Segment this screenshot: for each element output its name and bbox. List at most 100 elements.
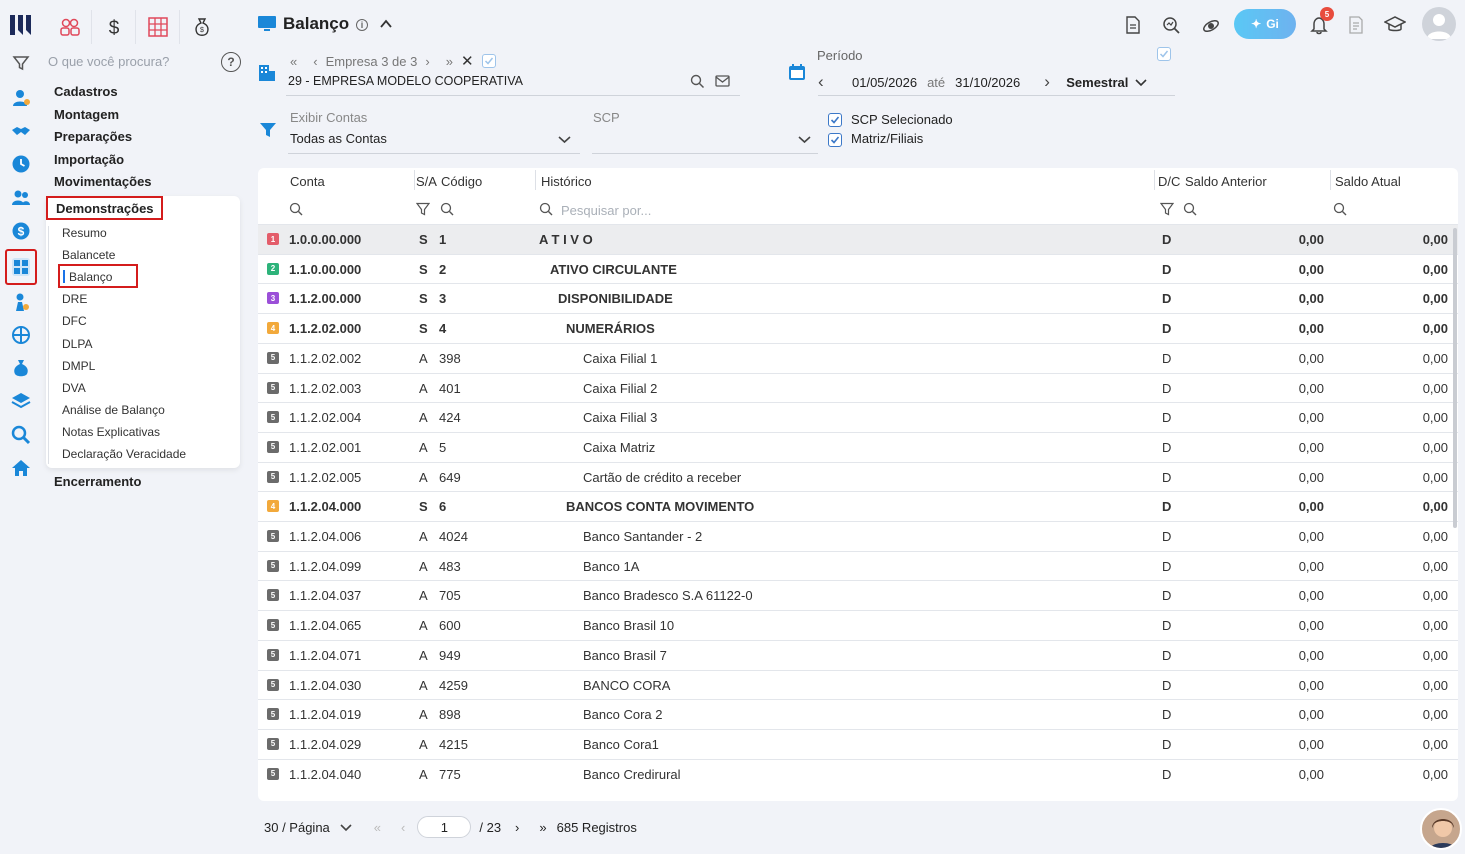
- help-icon[interactable]: ?: [221, 52, 241, 72]
- search-analysis-icon[interactable]: [1160, 10, 1182, 40]
- info-icon[interactable]: i: [356, 19, 368, 31]
- table-row[interactable]: 5 1.1.2.04.029 A 4215 Banco Cora1 D 0,00 0,00: [258, 728, 1458, 759]
- table-row[interactable]: 5 1.1.2.04.037 A 705 Banco Bradesco S.A 6112…: [258, 580, 1458, 610]
- conta-search-icon[interactable]: [289, 202, 303, 216]
- matriz-filiais-checkbox[interactable]: [828, 133, 842, 147]
- codigo-search-icon[interactable]: [440, 202, 454, 216]
- sa-filter-icon[interactable]: [416, 202, 430, 216]
- submenu-balancete[interactable]: Balancete: [62, 248, 115, 262]
- table-row[interactable]: 5 1.1.2.04.040 A 775 Banco Credirural D 0,00 0,…: [258, 758, 1458, 789]
- graduation-cap-icon[interactable]: [1383, 10, 1407, 40]
- table-row[interactable]: 5 1.1.2.04.099 A 483 Banco 1A D 0,00 0,00: [258, 550, 1458, 581]
- empresa-checkbox[interactable]: [481, 54, 496, 68]
- periodo-checkbox[interactable]: [1157, 47, 1171, 61]
- empresa-search-icon[interactable]: [690, 74, 705, 89]
- assistant-avatar[interactable]: [1420, 808, 1462, 850]
- col-header-conta[interactable]: Conta: [290, 174, 325, 189]
- clear-company-icon[interactable]: ✕: [461, 52, 474, 70]
- money-bag-module-icon[interactable]: $: [180, 10, 224, 44]
- person-register-icon[interactable]: [10, 87, 32, 109]
- search-icon[interactable]: [10, 424, 32, 446]
- col-header-historico[interactable]: Histórico: [541, 174, 592, 189]
- home-icon[interactable]: [10, 457, 32, 479]
- prev-page-icon[interactable]: ‹: [401, 820, 405, 835]
- money-bag-icon[interactable]: [10, 357, 32, 379]
- filter-icon[interactable]: [10, 52, 32, 74]
- periodo-end[interactable]: 31/10/2026: [955, 75, 1020, 90]
- historico-search-icon[interactable]: [539, 202, 553, 216]
- satellite-icon[interactable]: [1200, 10, 1222, 40]
- saldo-atual-search-icon[interactable]: [1333, 202, 1347, 216]
- prev-company-icon[interactable]: ‹: [313, 54, 317, 69]
- document-icon[interactable]: [1122, 10, 1144, 40]
- gi-assistant-button[interactable]: ✦ Gi: [1234, 9, 1296, 39]
- submenu-dlpa[interactable]: DLPA: [62, 337, 92, 351]
- last-page-icon[interactable]: »: [539, 820, 546, 835]
- table-row[interactable]: 5 1.1.2.04.071 A 949 Banco Brasil 7 D 0,00 0,00: [258, 639, 1458, 670]
- periodo-mode[interactable]: Semestral: [1066, 75, 1128, 90]
- submenu-dre[interactable]: DRE: [62, 292, 87, 306]
- col-header-codigo[interactable]: Código: [441, 174, 482, 189]
- mail-icon[interactable]: [715, 75, 730, 88]
- users-icon[interactable]: [10, 187, 32, 209]
- network-icon[interactable]: [10, 324, 32, 346]
- handshake-icon[interactable]: [10, 120, 32, 142]
- clock-icon[interactable]: [10, 153, 32, 175]
- chevron-down-icon[interactable]: [1135, 77, 1147, 87]
- finance-module-icon[interactable]: $: [92, 10, 136, 44]
- submenu-analise-balanco[interactable]: Análise de Balanço: [62, 403, 165, 417]
- table-row[interactable]: 5 1.1.2.02.001 A 5 Caixa Matriz D 0,00 0,00: [258, 431, 1458, 462]
- submenu-dfc[interactable]: DFC: [62, 314, 87, 328]
- submenu-notas-explicativas[interactable]: Notas Explicativas: [62, 425, 160, 439]
- table-row[interactable]: 5 1.1.2.04.065 A 600 Banco Brasil 10 D 0,00 0,0…: [258, 610, 1458, 640]
- submenu-declaracao-veracidade[interactable]: Declaração Veracidade: [62, 447, 186, 461]
- page-input[interactable]: 1: [417, 816, 472, 838]
- person-tie-icon[interactable]: [10, 291, 32, 313]
- exibir-contas-select[interactable]: Todas as Contas: [290, 131, 387, 146]
- table-row[interactable]: 5 1.1.2.02.005 A 649 Cartão de crédito a rec…: [258, 461, 1458, 492]
- submenu-resumo[interactable]: Resumo: [62, 226, 107, 240]
- chevron-up-icon[interactable]: [379, 17, 393, 31]
- chevron-down-icon[interactable]: [558, 134, 571, 144]
- historico-search-input[interactable]: Pesquisar por...: [561, 203, 651, 218]
- table-row[interactable]: 5 1.1.2.04.019 A 898 Banco Cora 2 D 0,00 0,00: [258, 699, 1458, 729]
- app-logo-icon[interactable]: [9, 12, 35, 38]
- table-scrollbar[interactable]: [1453, 228, 1457, 528]
- menu-item-cadastros[interactable]: Cadastros: [54, 84, 118, 99]
- spreadsheet-module-icon[interactable]: [136, 10, 180, 44]
- table-row[interactable]: 4 1.1.2.02.000 S 4 NUMERÁRIOS D 0,00 0,00: [258, 313, 1458, 343]
- submenu-dmpl[interactable]: DMPL: [62, 359, 95, 373]
- scp-selecionado-checkbox[interactable]: [828, 113, 842, 127]
- col-header-saldo-atual[interactable]: Saldo Atual: [1335, 174, 1401, 189]
- menu-item-encerramento[interactable]: Encerramento: [54, 474, 141, 489]
- col-header-saldo-anterior[interactable]: Saldo Anterior: [1185, 174, 1267, 189]
- accounting-calculator-icon[interactable]: [10, 256, 32, 278]
- table-row[interactable]: 5 1.1.2.02.003 A 401 Caixa Filial 2 D 0,00 0,00: [258, 372, 1458, 403]
- next-page-icon[interactable]: ›: [515, 820, 519, 835]
- chevron-down-icon[interactable]: [340, 822, 352, 832]
- submenu-dva[interactable]: DVA: [62, 381, 86, 395]
- report-icon[interactable]: [1345, 10, 1367, 40]
- menu-search-input[interactable]: O que você procura?: [48, 54, 169, 69]
- prev-period-icon[interactable]: ‹: [818, 72, 852, 92]
- last-company-icon[interactable]: »: [446, 54, 453, 69]
- people-module-icon[interactable]: [48, 10, 92, 44]
- col-header-dc[interactable]: D/C: [1158, 174, 1180, 189]
- table-row[interactable]: 4 1.1.2.04.000 S 6 BANCOS CONTA MOVIMENTO D 0,…: [258, 491, 1458, 521]
- next-company-icon[interactable]: ›: [425, 54, 429, 69]
- dc-filter-icon[interactable]: [1160, 202, 1174, 216]
- col-header-sa[interactable]: S/A: [416, 174, 437, 189]
- first-page-icon[interactable]: «: [374, 820, 381, 835]
- menu-item-importacao[interactable]: Importação: [54, 152, 124, 167]
- chevron-down-icon[interactable]: [798, 134, 811, 144]
- table-row[interactable]: 2 1.1.0.00.000 S 2 ATIVO CIRCULANTE D 0,00 0,00: [258, 253, 1458, 284]
- menu-item-montagem[interactable]: Montagem: [54, 107, 119, 122]
- next-period-icon[interactable]: ›: [1044, 72, 1066, 92]
- menu-item-demonstracoes[interactable]: Demonstrações: [56, 201, 154, 216]
- dollar-circle-icon[interactable]: $: [10, 220, 32, 242]
- per-page-select[interactable]: 30 / Página: [264, 820, 330, 835]
- table-row[interactable]: 5 1.1.2.04.006 A 4024 Banco Santander - 2 D 0,…: [258, 521, 1458, 551]
- first-company-icon[interactable]: «: [290, 54, 297, 69]
- table-row[interactable]: 5 1.1.2.04.030 A 4259 BANCO CORA D 0,00 0,00: [258, 669, 1458, 700]
- layers-icon[interactable]: [10, 390, 32, 412]
